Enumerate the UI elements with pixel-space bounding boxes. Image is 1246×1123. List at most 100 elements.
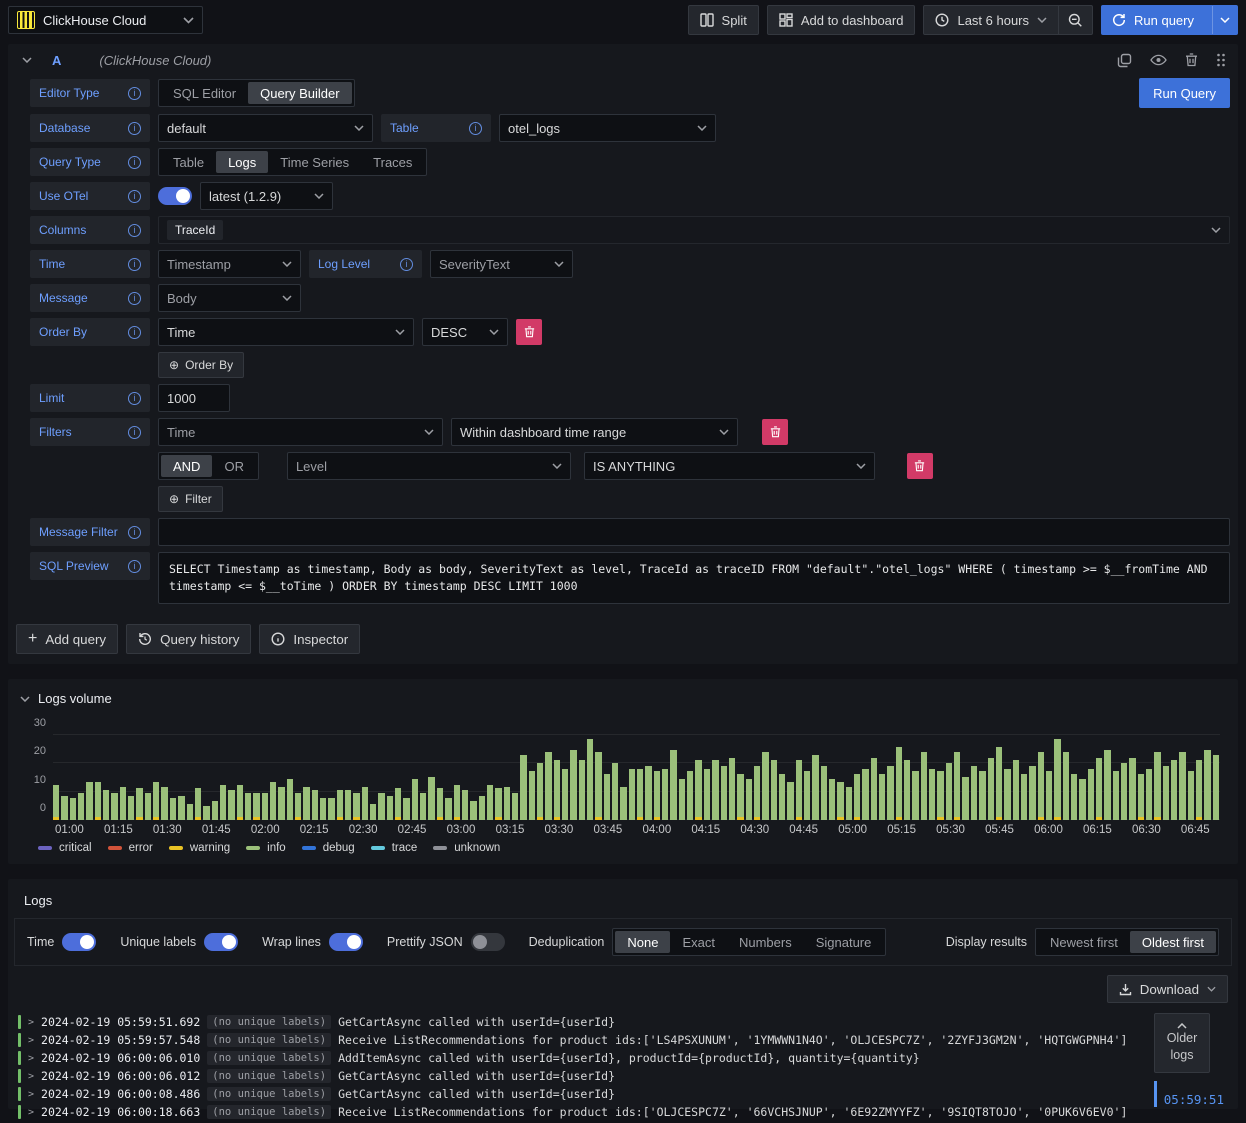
info-icon[interactable]: i	[128, 559, 141, 573]
logs-volume-chart[interactable]: 0 10 20 30 01:00 01:15 01:30 01:45 02:00 02:15 02…	[8, 717, 1238, 854]
run-query-inline-button[interactable]: Run Query	[1139, 78, 1230, 108]
legend-item-warning[interactable]: warning	[168, 842, 230, 854]
collapse-query-chevron-icon[interactable]	[22, 57, 32, 63]
otel-version-select[interactable]: latest (1.2.9)	[200, 182, 333, 210]
log-row[interactable]: > 2024-02-19 05:59:51.692 (no unique lab…	[18, 1013, 1238, 1031]
message-filter-input[interactable]	[158, 518, 1230, 546]
info-icon[interactable]: i	[128, 525, 141, 539]
database-select[interactable]: default	[158, 114, 373, 142]
info-icon[interactable]: i	[128, 291, 141, 305]
log-level-column-select[interactable]: SeverityText	[430, 250, 573, 278]
log-row[interactable]: > 2024-02-19 06:00:08.486 (no unique lab…	[18, 1085, 1238, 1103]
info-icon[interactable]: i	[128, 391, 141, 405]
chevron-down-icon	[1037, 17, 1047, 23]
query-type-table[interactable]: Table	[161, 151, 216, 173]
time-toggle[interactable]	[62, 933, 97, 951]
info-icon[interactable]: i	[400, 257, 413, 271]
download-button[interactable]: Download	[1106, 975, 1228, 1003]
expand-row-caret-icon[interactable]: >	[28, 1017, 34, 1028]
log-row[interactable]: > 2024-02-19 06:00:06.012 (no unique lab…	[18, 1067, 1238, 1085]
dedup-none[interactable]: None	[615, 931, 671, 953]
filter-operator-select[interactable]: Within dashboard time range	[451, 418, 738, 446]
message-column-select[interactable]: Body	[158, 284, 301, 312]
run-query-options-caret[interactable]	[1212, 6, 1237, 34]
dedup-numbers[interactable]: Numbers	[727, 931, 804, 953]
columns-multiselect[interactable]: TraceId	[158, 216, 1230, 244]
query-history-button[interactable]: Query history	[126, 624, 252, 654]
info-icon[interactable]: i	[128, 257, 141, 271]
use-otel-toggle[interactable]	[158, 187, 192, 205]
expand-row-caret-icon[interactable]: >	[28, 1107, 34, 1118]
legend-item-debug[interactable]: debug	[301, 842, 355, 854]
query-type-logs[interactable]: Logs	[216, 151, 269, 173]
volume-bar	[1054, 736, 1061, 820]
use-otel-label: Use OTel i	[30, 182, 150, 210]
info-icon[interactable]: i	[128, 155, 141, 169]
drag-handle-icon[interactable]	[1216, 53, 1226, 67]
display-oldest-first[interactable]: Oldest first	[1129, 931, 1216, 953]
info-icon[interactable]: i	[469, 121, 482, 135]
legend-item-info[interactable]: info	[246, 842, 286, 854]
order-by-direction-select[interactable]: DESC	[422, 318, 508, 346]
unique-labels-toggle[interactable]	[204, 933, 239, 951]
expand-row-caret-icon[interactable]: >	[28, 1089, 34, 1100]
dedup-signature[interactable]: Signature	[804, 931, 884, 953]
filter-condition-and[interactable]: AND	[161, 455, 213, 477]
legend-item-unknown[interactable]: unknown	[433, 842, 500, 854]
split-button[interactable]: Split	[687, 5, 759, 35]
filter2-field-select[interactable]: Level	[286, 452, 571, 480]
expand-row-caret-icon[interactable]: >	[28, 1053, 34, 1064]
add-order-by-button[interactable]: ⊕ Order By	[158, 352, 245, 378]
remove-filter2-button[interactable]	[906, 453, 933, 479]
older-logs-button[interactable]: Older logs	[1154, 1013, 1210, 1073]
filter-condition-or[interactable]: OR	[212, 455, 256, 477]
volume-bar	[695, 736, 702, 820]
info-icon[interactable]: i	[128, 121, 141, 135]
info-icon[interactable]: i	[128, 425, 141, 439]
inspector-button[interactable]: Inspector	[259, 624, 361, 654]
limit-input[interactable]	[158, 384, 230, 412]
time-column-select[interactable]: Timestamp	[158, 250, 301, 278]
info-icon[interactable]: i	[128, 189, 141, 203]
zoom-out-time-button[interactable]	[1059, 5, 1094, 35]
table-select[interactable]: otel_logs	[499, 114, 716, 142]
expand-row-caret-icon[interactable]: >	[28, 1071, 34, 1082]
order-by-field-select[interactable]: Time	[158, 318, 414, 346]
volume-bar	[828, 736, 836, 820]
time-range-picker[interactable]: Last 6 hours	[923, 5, 1060, 35]
query-type-time-series[interactable]: Time Series	[268, 151, 361, 173]
prettify-json-toggle[interactable]	[470, 933, 505, 951]
legend-item-trace[interactable]: trace	[370, 842, 417, 854]
hide-query-eye-icon[interactable]	[1150, 54, 1167, 66]
datasource-picker[interactable]: ClickHouse Cloud	[8, 6, 203, 34]
legend-item-critical[interactable]: critical	[38, 842, 92, 854]
info-icon[interactable]: i	[128, 86, 141, 100]
volume-bar	[595, 736, 602, 820]
dedup-exact[interactable]: Exact	[670, 931, 727, 953]
info-icon[interactable]: i	[128, 223, 141, 237]
expand-row-caret-icon[interactable]: >	[28, 1035, 34, 1046]
log-row[interactable]: > 2024-02-19 05:59:57.548 (no unique lab…	[18, 1031, 1238, 1049]
legend-item-error[interactable]: error	[107, 842, 153, 854]
info-icon[interactable]: i	[128, 325, 141, 339]
collapse-volume-chevron-icon[interactable]	[20, 695, 30, 702]
filter-field-select[interactable]: Time	[158, 418, 443, 446]
remove-filter-button[interactable]	[762, 419, 788, 445]
run-query-split-button[interactable]: Run query	[1101, 5, 1238, 35]
log-row[interactable]: > 2024-02-19 06:00:18.663 (no unique lab…	[18, 1103, 1238, 1121]
log-timestamp: 2024-02-19 06:00:06.012	[41, 1069, 201, 1083]
add-filter-button[interactable]: ⊕ Filter	[158, 486, 223, 512]
filter2-operator-select[interactable]: IS ANYTHING	[583, 452, 875, 480]
editor-type-query-builder[interactable]: Query Builder	[248, 82, 352, 104]
delete-query-trash-icon[interactable]	[1185, 53, 1198, 67]
editor-type-sql-editor[interactable]: SQL Editor	[161, 82, 248, 104]
log-row[interactable]: > 2024-02-19 06:00:06.010 (no unique lab…	[18, 1049, 1238, 1067]
column-chip[interactable]: TraceId	[167, 220, 224, 240]
remove-order-by-button[interactable]	[516, 319, 542, 345]
duplicate-query-icon[interactable]	[1117, 53, 1132, 68]
wrap-lines-toggle[interactable]	[328, 933, 363, 951]
query-type-traces[interactable]: Traces	[361, 151, 424, 173]
add-to-dashboard-button[interactable]: Add to dashboard	[766, 5, 916, 35]
display-newest-first[interactable]: Newest first	[1038, 931, 1130, 953]
add-query-button[interactable]: + Add query	[16, 624, 119, 654]
